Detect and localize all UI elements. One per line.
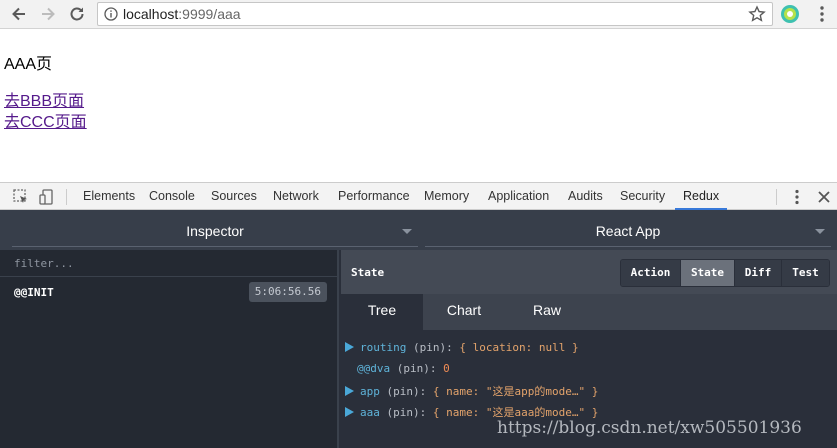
close-icon[interactable] [815,188,833,206]
star-icon[interactable] [748,5,766,23]
chevron-down-icon [402,229,412,234]
tab-sources[interactable]: Sources [211,183,257,210]
page-content: AAA页 去BBB页面 去CCC页面 [0,30,837,182]
menu-dots-icon[interactable] [812,4,832,24]
state-view-button[interactable]: State [681,260,735,286]
tab-console[interactable]: Console [149,183,195,210]
action-timestamp: 5:06:56.56 [248,282,327,302]
tab-application[interactable]: Application [488,183,549,210]
devtools-tab-bar: Elements Console Sources Network Perform… [0,182,837,210]
watermark: https://blog.csdn.net/xw505501936 [497,418,802,438]
url-text: localhost:9999/aaa [123,6,241,22]
redux-top-bar: Inspector React App [0,210,837,250]
redux-devtools-panel: Inspector React App filter... @@INIT 5:0… [0,210,837,448]
filter-input[interactable]: filter... [0,250,337,277]
instance-select[interactable]: React App [425,216,831,247]
test-view-button[interactable]: Test [782,260,829,286]
tab-performance[interactable]: Performance [338,183,410,210]
info-icon[interactable] [104,7,118,21]
tab-raw[interactable]: Raw [506,294,588,330]
view-button-group: Action State Diff Test [620,259,830,287]
expand-arrow-icon[interactable] [345,342,354,352]
toolbar-divider [776,189,777,205]
browser-toolbar: localhost:9999/aaa [0,0,837,29]
expand-arrow-icon[interactable] [345,386,354,396]
device-toolbar-icon[interactable] [38,188,56,206]
tab-audits[interactable]: Audits [568,183,603,210]
page-title: AAA页 [4,56,53,73]
action-name: @@INIT [14,286,54,299]
tab-chart[interactable]: Chart [423,294,505,330]
chevron-down-icon [815,229,825,234]
tree-node-app[interactable]: app (pin): { name: "这是app的mode…" } [345,383,598,401]
filter-placeholder: filter... [14,257,74,270]
action-list-item[interactable]: @@INIT 5:06:56.56 [0,278,337,308]
diff-view-button[interactable]: Diff [735,260,782,286]
forward-arrow-icon[interactable] [37,3,59,25]
action-view-button[interactable]: Action [621,260,681,286]
tab-network[interactable]: Network [273,183,319,210]
tab-memory[interactable]: Memory [424,183,469,210]
tree-node-routing[interactable]: routing (pin): { location: null } [345,341,579,359]
extension-icon[interactable] [780,4,800,24]
tab-elements[interactable]: Elements [83,183,135,210]
tab-redux[interactable]: Redux [675,183,728,210]
inspector-header: State Action State Diff Test [341,250,837,294]
monitor-select[interactable]: Inspector [12,216,418,247]
action-list-pane: filter... @@INIT 5:06:56.56 [0,250,339,448]
inspector-sub-tabs: Tree Chart Raw [341,294,837,330]
panel-title: State [351,266,385,279]
link-ccc[interactable]: 去CCC页面 [4,108,87,132]
instance-select-label: React App [595,223,661,239]
tab-tree[interactable]: Tree [341,294,423,330]
address-bar[interactable]: localhost:9999/aaa [97,2,773,26]
back-arrow-icon[interactable] [8,3,30,25]
toolbar-divider [66,189,67,205]
inspect-element-icon[interactable] [12,188,30,206]
reload-icon[interactable] [66,3,88,25]
tree-node-dva[interactable]: @@dva (pin): 0 [357,362,450,380]
more-options-icon[interactable] [788,188,806,206]
monitor-select-label: Inspector [186,223,244,239]
tab-security[interactable]: Security [620,183,665,210]
expand-arrow-icon[interactable] [345,407,354,417]
